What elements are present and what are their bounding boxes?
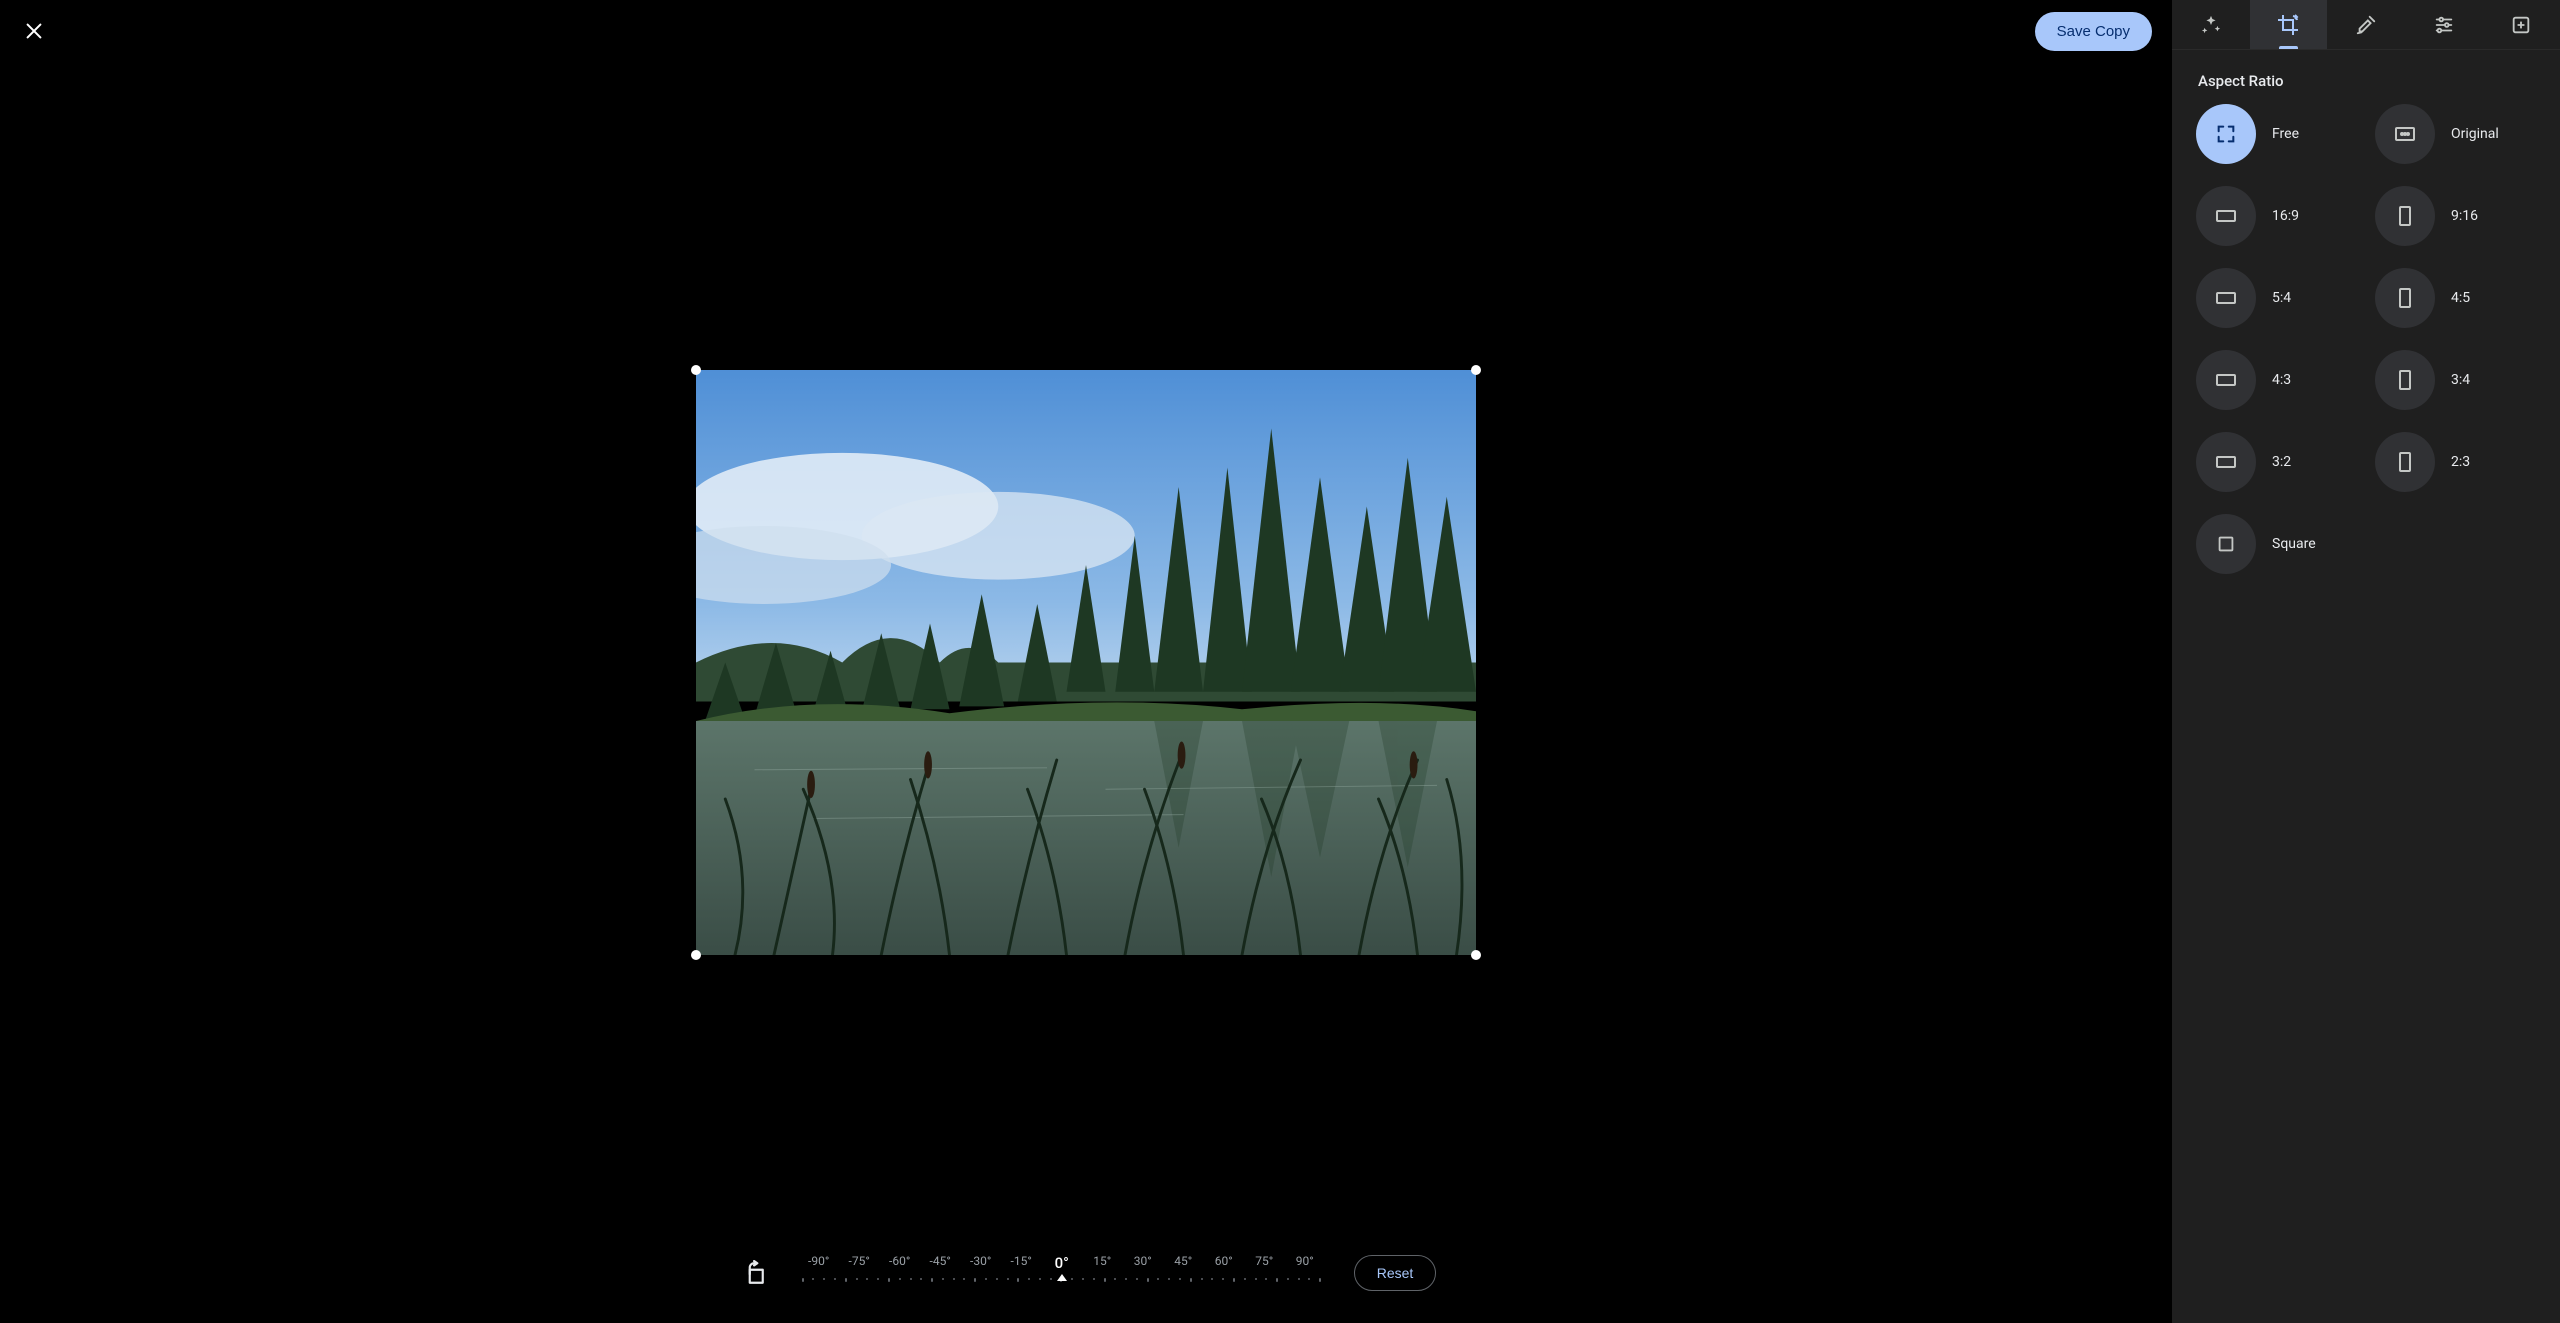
aspect-ratio-original-icon [2375,104,2435,164]
tool-tabs [2172,0,2560,50]
tool-tab-enhance[interactable] [2172,0,2250,49]
aspect-ratio-original[interactable]: Original [2375,104,2536,164]
aspect-ratio-2-3-icon [2375,432,2435,492]
angle-tick-label: -15° [1004,1254,1038,1272]
tools-icon [2355,14,2377,36]
crop-frame[interactable] [696,370,1476,955]
angle-tick-label: 15° [1085,1254,1119,1272]
aspect-ratio-4-5-label: 4:5 [2451,290,2470,306]
canvas [0,62,2172,1233]
crop-handle-tl[interactable] [691,365,701,375]
aspect-ratio-2-3-label: 2:3 [2451,454,2470,470]
aspect-ratio-4-5-icon [2375,268,2435,328]
rotate-90-button[interactable] [736,1256,770,1290]
angle-tick-label: 75° [1247,1254,1281,1272]
angle-tick-label: -75° [842,1254,876,1272]
sidebar: Aspect Ratio Free Original 16:9 9:16 5:4 4:5 4… [2172,0,2560,1323]
aspect-ratio-16-9-icon [2196,186,2256,246]
aspect-ratio-3-2[interactable]: 3:2 [2196,432,2357,492]
aspect-ratio-2-3[interactable]: 2:3 [2375,432,2536,492]
photo-preview [696,370,1476,955]
crop-handle-br[interactable] [1471,950,1481,960]
aspect-ratio-free-icon [2196,104,2256,164]
angle-tick-label: 45° [1166,1254,1200,1272]
aspect-ratio-heading: Aspect Ratio [2172,50,2560,104]
angle-slider[interactable]: -90° -75° -60° -45° -30° -15° 0° 15° 30° 45° 60° 75… [802,1254,1322,1292]
tool-tab-more[interactable] [2482,0,2560,49]
aspect-ratio-4-3-label: 4:3 [2272,372,2291,388]
top-bar: Save Copy [0,0,2172,62]
aspect-ratio-original-label: Original [2451,126,2499,142]
aspect-ratio-3-4-label: 3:4 [2451,372,2470,388]
angle-tick-label: 60° [1207,1254,1241,1272]
aspect-ratio-5-4-icon [2196,268,2256,328]
editor-area: Save Copy [0,0,2172,1323]
aspect-ratio-4-3-icon [2196,350,2256,410]
close-icon [23,20,45,42]
angle-tick-label: -60° [883,1254,917,1272]
tool-tab-adjust[interactable] [2405,0,2483,49]
aspect-ratio-3-2-icon [2196,432,2256,492]
tool-tab-crop[interactable] [2250,0,2328,49]
rotate-bar: -90° -75° -60° -45° -30° -15° 0° 15° 30° 45° 60° 75… [0,1233,2172,1323]
crop-icon [2276,13,2300,37]
aspect-ratio-9-16-icon [2375,186,2435,246]
more-icon [2510,14,2532,36]
angle-tick-label: -30° [964,1254,998,1272]
aspect-ratio-grid: Free Original 16:9 9:16 5:4 4:5 4:3 3:4 3:2 2:3 Sq… [2172,104,2560,602]
reset-button[interactable]: Reset [1354,1255,1437,1291]
aspect-ratio-3-4[interactable]: 3:4 [2375,350,2536,410]
aspect-ratio-5-4-label: 5:4 [2272,290,2291,306]
angle-tick-label: -90° [802,1254,836,1272]
angle-pointer [1057,1274,1067,1281]
tool-tab-tools[interactable] [2327,0,2405,49]
save-copy-button[interactable]: Save Copy [2035,12,2152,51]
adjust-icon [2433,14,2455,36]
crop-handle-tr[interactable] [1471,365,1481,375]
enhance-icon [2200,14,2222,36]
angle-tick-label: 30° [1126,1254,1160,1272]
rotate-icon [740,1260,766,1286]
aspect-ratio-4-5[interactable]: 4:5 [2375,268,2536,328]
aspect-ratio-4-3[interactable]: 4:3 [2196,350,2357,410]
aspect-ratio-3-4-icon [2375,350,2435,410]
aspect-ratio-3-2-label: 3:2 [2272,454,2291,470]
close-button[interactable] [20,17,48,45]
angle-tick-label: 90° [1288,1254,1322,1272]
aspect-ratio-square-icon [2196,514,2256,574]
aspect-ratio-free[interactable]: Free [2196,104,2357,164]
aspect-ratio-16-9-label: 16:9 [2272,208,2299,224]
aspect-ratio-square[interactable]: Square [2196,514,2357,574]
aspect-ratio-5-4[interactable]: 5:4 [2196,268,2357,328]
aspect-ratio-9-16-label: 9:16 [2451,208,2478,224]
crop-handle-bl[interactable] [691,950,701,960]
aspect-ratio-free-label: Free [2272,126,2299,142]
aspect-ratio-16-9[interactable]: 16:9 [2196,186,2357,246]
aspect-ratio-9-16[interactable]: 9:16 [2375,186,2536,246]
aspect-ratio-square-label: Square [2272,536,2316,552]
angle-tick-label: -45° [923,1254,957,1272]
angle-tick-label: 0° [1045,1254,1079,1272]
